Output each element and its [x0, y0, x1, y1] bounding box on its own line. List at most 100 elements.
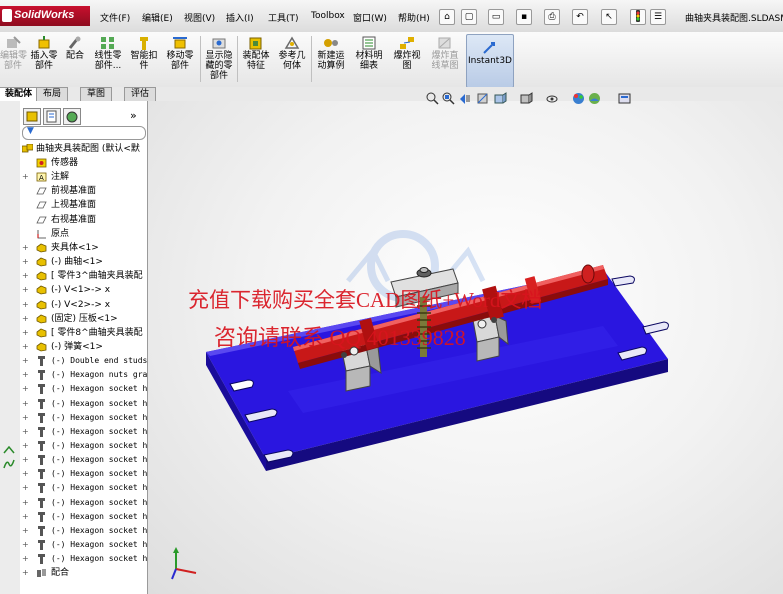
component-icon	[36, 271, 47, 281]
expand-toggle-icon[interactable]: +	[22, 340, 30, 354]
expand-toggle-icon[interactable]: +	[22, 326, 30, 340]
menu-tools[interactable]: 工具(T)	[268, 11, 299, 24]
smart-fasteners-button[interactable]: 智能扣 件	[128, 32, 160, 87]
tree-item[interactable]: + (-) Hexagon socket h	[20, 439, 147, 453]
tree-item[interactable]: + (-) Hexagon socket h	[20, 524, 147, 538]
mate-button[interactable]: 配合	[62, 32, 88, 87]
tree-item[interactable]: + (-) V<2>-> x	[20, 298, 147, 312]
insert-component-button[interactable]: 插入零 部件	[28, 32, 60, 87]
expand-toggle-icon[interactable]: +	[22, 354, 30, 368]
expand-toggle-icon[interactable]: +	[22, 283, 30, 297]
expand-toggle-icon[interactable]: +	[22, 397, 30, 411]
expand-toggle-icon[interactable]: +	[22, 481, 30, 495]
expand-toggle-icon[interactable]: +	[22, 467, 30, 481]
expand-toggle-icon[interactable]: +	[22, 269, 30, 283]
expand-toggle-icon[interactable]: +	[22, 298, 30, 312]
print-icon[interactable]: ⎙	[544, 9, 560, 25]
expand-toggle-icon[interactable]: +	[22, 496, 30, 510]
expand-toggle-icon[interactable]: +	[22, 170, 30, 184]
show-hidden-components-button[interactable]: 显示隐 藏的零 部件	[202, 32, 236, 87]
tree-item[interactable]: + (-) Hexagon socket h	[20, 538, 147, 552]
tree-item[interactable]: + (-) Hexagon socket h	[20, 496, 147, 510]
undo-icon[interactable]: ↶	[572, 9, 588, 25]
tree-item[interactable]: + (-) Hexagon socket h	[20, 467, 147, 481]
tree-filter-input[interactable]: ▼	[22, 126, 146, 140]
tree-item[interactable]: 前视基准面	[20, 184, 147, 198]
tree-item[interactable]: + (-) Hexagon socket h	[20, 552, 147, 566]
menu-view[interactable]: 视图(V)	[184, 11, 215, 24]
menu-file[interactable]: 文件(F)	[100, 11, 130, 24]
menu-insert[interactable]: 插入(I)	[226, 11, 254, 24]
tab-evaluate[interactable]: 评估	[124, 87, 157, 101]
tree-item[interactable]: + 配合	[20, 566, 147, 580]
feature-manager-tab-icon[interactable]	[23, 108, 41, 125]
reference-geometry-button[interactable]: 参考几 何体	[275, 32, 309, 87]
tree-item[interactable]: + (-) Hexagon socket h	[20, 382, 147, 396]
expand-toggle-icon[interactable]: +	[22, 453, 30, 467]
tree-item[interactable]: + (-) Hexagon nuts gra	[20, 368, 147, 382]
expand-panel-icon[interactable]: »	[130, 109, 137, 122]
tree-item[interactable]: 传感器	[20, 156, 147, 170]
expand-toggle-icon[interactable]: +	[22, 425, 30, 439]
menu-help[interactable]: 帮助(H)	[398, 11, 430, 24]
tab-sketch[interactable]: 草图	[80, 87, 113, 101]
tree-item[interactable]: + (-) Hexagon socket h	[20, 397, 147, 411]
new-document-icon[interactable]: ▢	[461, 9, 477, 25]
tree-item[interactable]: + (-) Double end studs	[20, 354, 147, 368]
expand-toggle-icon[interactable]: +	[22, 312, 30, 326]
new-motion-study-button[interactable]: 新建运 动算例	[313, 32, 349, 87]
tree-item[interactable]: 上视基准面	[20, 198, 147, 212]
expand-toggle-icon[interactable]: +	[22, 439, 30, 453]
expand-toggle-icon[interactable]: +	[22, 411, 30, 425]
bill-of-materials-button[interactable]: 材料明 细表	[351, 32, 387, 87]
tree-item[interactable]: + (-) 曲轴<1>	[20, 255, 147, 269]
expand-toggle-icon[interactable]: +	[22, 382, 30, 396]
edit-component-button[interactable]: 编辑零 部件	[0, 32, 27, 87]
rebuild-icon[interactable]	[630, 9, 646, 25]
tree-item[interactable]: + (-) Hexagon socket h	[20, 425, 147, 439]
expand-toggle-icon[interactable]: +	[22, 524, 30, 538]
exploded-view-button[interactable]: 爆炸视 图	[389, 32, 425, 87]
expand-toggle-icon[interactable]: +	[22, 368, 30, 382]
menu-toolbox[interactable]: Toolbox	[311, 11, 345, 21]
explode-line-sketch-button[interactable]: 爆炸直 线草图	[427, 32, 463, 87]
select-pointer-icon[interactable]: ↖	[601, 9, 617, 25]
pin-icon[interactable]: ⌂	[439, 9, 455, 25]
tree-root-assembly[interactable]: 曲轴夹具装配图 (默认<默	[20, 142, 147, 156]
tree-item[interactable]: + (-) Hexagon socket h	[20, 411, 147, 425]
tree-item[interactable]: + 夹具体<1>	[20, 241, 147, 255]
expand-toggle-icon[interactable]: +	[22, 255, 30, 269]
tree-item[interactable]: + A 注解	[20, 170, 147, 184]
property-manager-tab-icon[interactable]	[43, 108, 61, 125]
menu-window[interactable]: 窗口(W)	[353, 11, 387, 24]
tree-item[interactable]: + (固定) 压板<1>	[20, 312, 147, 326]
expand-toggle-icon[interactable]: +	[22, 538, 30, 552]
arrow-icon[interactable]	[3, 445, 15, 454]
solidworks-logo[interactable]: SolidWorks	[0, 6, 90, 26]
tree-item[interactable]: + (-) Hexagon socket h	[20, 481, 147, 495]
instant3d-button[interactable]: Instant3D	[466, 34, 514, 88]
tree-item[interactable]: + [ 零件8^曲轴夹具装配	[20, 326, 147, 340]
expand-toggle-icon[interactable]: +	[22, 510, 30, 524]
tab-assembly[interactable]: 装配体	[0, 87, 40, 101]
expand-toggle-icon[interactable]: +	[22, 566, 30, 580]
tree-item[interactable]: + (-) V<1>-> x	[20, 283, 147, 297]
open-folder-icon[interactable]: ▭	[488, 9, 504, 25]
spring-icon[interactable]	[3, 459, 15, 469]
tree-item[interactable]: + (-) Hexagon socket h	[20, 453, 147, 467]
linear-component-pattern-button[interactable]: 线性零 部件...	[90, 32, 126, 87]
expand-toggle-icon[interactable]: +	[22, 241, 30, 255]
assembly-features-button[interactable]: 装配体 特征	[239, 32, 273, 87]
tab-layout[interactable]: 布局	[36, 87, 69, 101]
tree-item[interactable]: + (-) Hexagon socket h	[20, 510, 147, 524]
menu-edit[interactable]: 编辑(E)	[142, 11, 173, 24]
tree-item[interactable]: 右视基准面	[20, 213, 147, 227]
move-component-button[interactable]: 移动零 部件	[162, 32, 198, 87]
options-icon[interactable]: ☰	[650, 9, 666, 25]
save-icon[interactable]: ▪	[516, 9, 532, 25]
tree-item[interactable]: + (-) 弹簧<1>	[20, 340, 147, 354]
configuration-manager-tab-icon[interactable]	[63, 108, 81, 125]
tree-item[interactable]: 原点	[20, 227, 147, 241]
expand-toggle-icon[interactable]: +	[22, 552, 30, 566]
tree-item[interactable]: + [ 零件3^曲轴夹具装配	[20, 269, 147, 283]
